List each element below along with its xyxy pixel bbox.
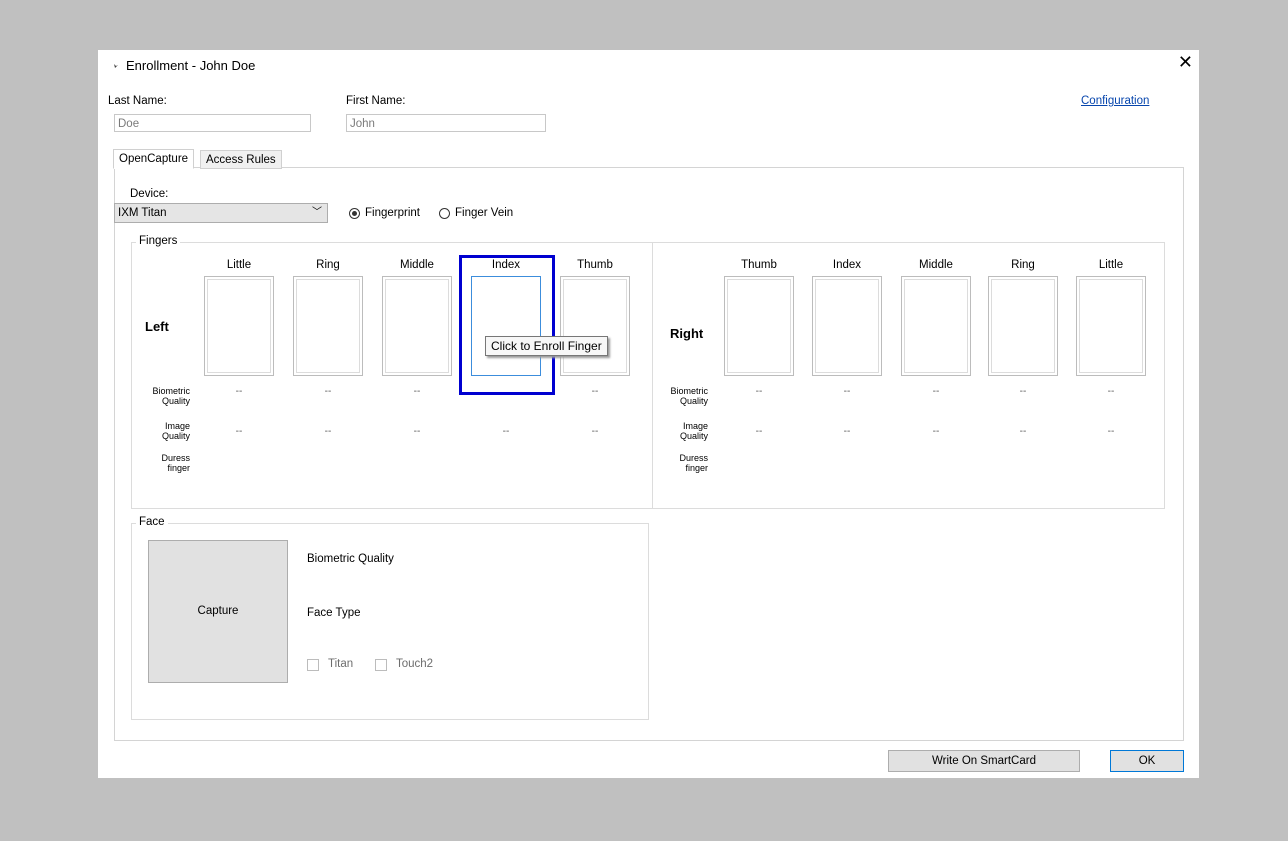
right-index-bio-value: -- <box>843 386 851 397</box>
left-biometric-quality-label: Biometric Quality <box>152 386 190 406</box>
face-type-label: Face Type <box>307 607 361 619</box>
right-duress-label: Duress finger <box>679 453 708 473</box>
first-name-field[interactable]: John <box>346 114 546 132</box>
app-icon <box>111 61 118 68</box>
last-name-label: Last Name: <box>108 95 167 107</box>
left-thumb-finger-slot[interactable] <box>560 276 630 376</box>
titan-label: Titan <box>328 658 354 670</box>
device-label: Device: <box>130 188 169 200</box>
right-thumb-bio-value: -- <box>755 386 763 397</box>
right-index-finger-slot[interactable] <box>812 276 882 376</box>
device-select[interactable]: IXM Titan ﹀ <box>114 203 328 223</box>
tab-access-rules[interactable]: Access Rules <box>200 150 282 169</box>
right-ring-finger-slot[interactable] <box>988 276 1058 376</box>
face-legend: Face <box>136 516 168 528</box>
right-middle-finger-slot[interactable] <box>901 276 971 376</box>
face-biometric-quality-label: Biometric Quality <box>307 553 394 565</box>
left-ring-img-value: -- <box>324 426 332 437</box>
left-index-img-value: -- <box>502 426 510 437</box>
right-thumb-img-value: -- <box>755 426 763 437</box>
fingers-divider <box>652 242 653 509</box>
right-index-header: Index <box>832 259 862 271</box>
right-thumb-finger-slot[interactable] <box>724 276 794 376</box>
right-ring-header: Ring <box>1011 259 1035 271</box>
left-middle-img-value: -- <box>413 426 421 437</box>
right-middle-bio-value: -- <box>932 386 940 397</box>
finger-vein-label: Finger Vein <box>455 207 514 219</box>
right-little-header: Little <box>1098 259 1124 271</box>
titan-checkbox[interactable] <box>307 659 319 671</box>
left-ring-header: Ring <box>316 259 340 271</box>
finger-vein-radio[interactable] <box>439 208 450 219</box>
left-image-quality-label: Image Quality <box>161 421 190 441</box>
right-middle-img-value: -- <box>932 426 940 437</box>
right-little-img-value: -- <box>1107 426 1115 437</box>
right-ring-img-value: -- <box>1019 426 1027 437</box>
enroll-tooltip: Click to Enroll Finger <box>485 336 608 356</box>
device-select-value: IXM Titan <box>118 207 167 219</box>
left-thumb-img-value: -- <box>591 426 599 437</box>
first-name-label: First Name: <box>346 95 406 107</box>
right-ring-bio-value: -- <box>1019 386 1027 397</box>
close-icon[interactable]: ✕ <box>1178 52 1193 72</box>
right-index-img-value: -- <box>843 426 851 437</box>
window-title: Enrollment - John Doe <box>126 58 256 73</box>
right-hand-label: Right <box>670 326 704 341</box>
left-little-header: Little <box>226 259 252 271</box>
right-image-quality-label: Image Quality <box>679 421 708 441</box>
right-biometric-quality-label: Biometric Quality <box>670 386 708 406</box>
left-little-bio-value: -- <box>235 386 243 397</box>
right-middle-header: Middle <box>919 259 953 271</box>
left-little-img-value: -- <box>235 426 243 437</box>
left-middle-header: Middle <box>400 259 434 271</box>
right-thumb-header: Thumb <box>741 259 777 271</box>
tab-opencapture[interactable]: OpenCapture <box>113 149 195 169</box>
left-duress-label: Duress finger <box>161 453 190 473</box>
enrollment-window: Enrollment - John Doe ✕ Last Name: Doe F… <box>98 50 1199 778</box>
left-thumb-header: Thumb <box>577 259 613 271</box>
touch2-label: Touch2 <box>396 658 434 670</box>
right-little-bio-value: -- <box>1107 386 1115 397</box>
left-hand-label: Left <box>145 319 169 334</box>
configuration-link[interactable]: Configuration <box>1081 95 1149 107</box>
fingerprint-label: Fingerprint <box>365 207 420 219</box>
left-little-finger-slot[interactable] <box>204 276 274 376</box>
right-little-finger-slot[interactable] <box>1076 276 1146 376</box>
fingerprint-radio[interactable] <box>349 208 360 219</box>
last-name-field[interactable]: Doe <box>114 114 311 132</box>
left-thumb-bio-value: -- <box>591 386 599 397</box>
left-ring-finger-slot[interactable] <box>293 276 363 376</box>
chevron-down-icon: ﹀ <box>312 207 322 218</box>
selection-highlight <box>459 255 555 395</box>
left-ring-bio-value: -- <box>324 386 332 397</box>
left-middle-bio-value: -- <box>413 386 421 397</box>
write-smartcard-button[interactable]: Write On SmartCard <box>888 750 1080 772</box>
touch2-checkbox[interactable] <box>375 659 387 671</box>
ok-button[interactable]: OK <box>1110 750 1184 772</box>
capture-button[interactable]: Capture <box>148 540 288 683</box>
left-middle-finger-slot[interactable] <box>382 276 452 376</box>
fingers-legend: Fingers <box>136 235 181 247</box>
